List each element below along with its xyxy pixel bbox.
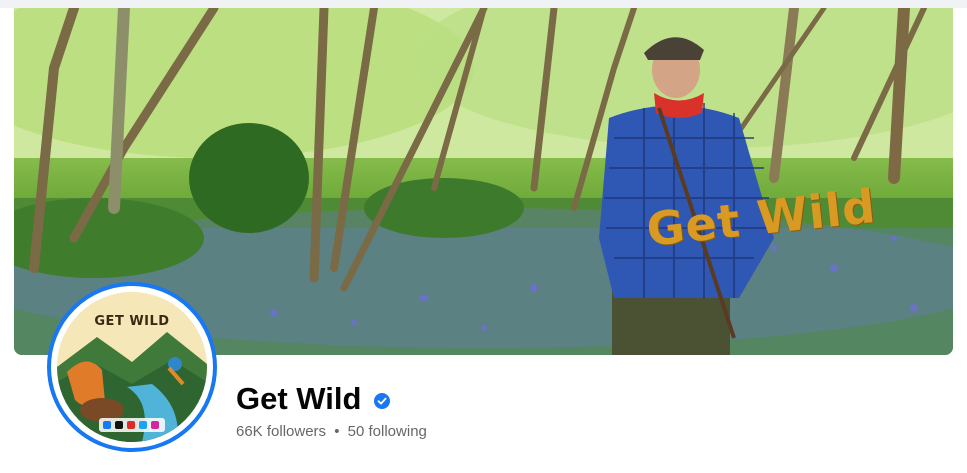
profile-avatar[interactable]: GET WILD <box>47 282 217 452</box>
profile-page: Get Wild GET WILD Get Wild 66K followers… <box>0 0 967 473</box>
logo-text: GET WILD <box>94 314 170 329</box>
avatar-logo: GET WILD <box>57 292 207 442</box>
following-link[interactable]: 50 following <box>348 423 427 440</box>
page-title: Get Wild <box>236 381 362 416</box>
followers-link[interactable]: 66K followers <box>236 423 326 440</box>
top-divider <box>0 0 967 8</box>
follow-stats: 66K followers • 50 following <box>236 423 427 441</box>
stats-separator: • <box>334 423 340 440</box>
verified-badge-icon <box>374 393 390 409</box>
